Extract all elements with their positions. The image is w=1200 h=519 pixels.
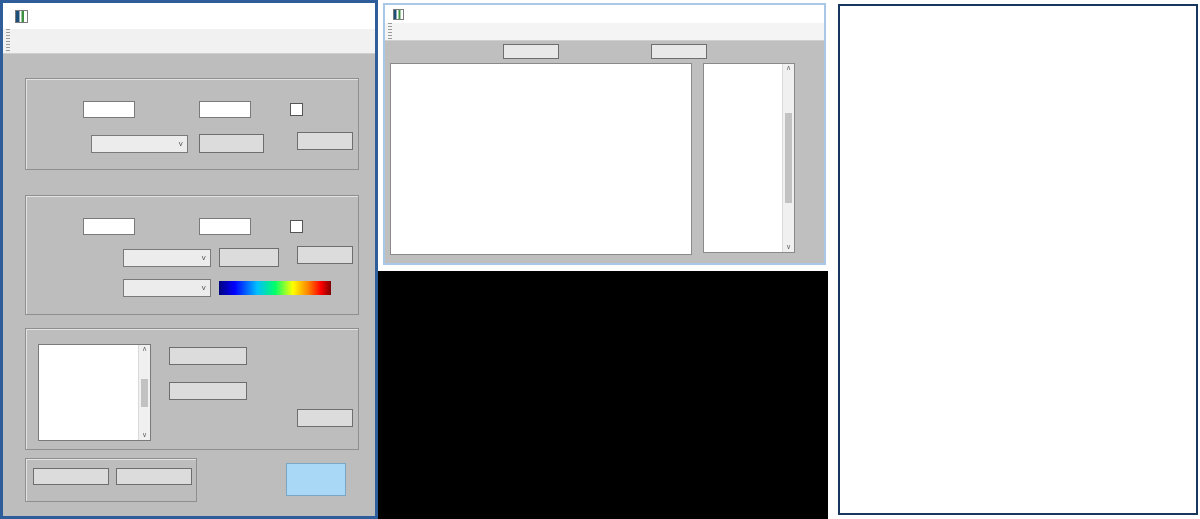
scroll-up-icon[interactable]: ∧ xyxy=(786,64,791,73)
events-scrollbar[interactable]: ∧ ∨ xyxy=(782,64,794,252)
scroll-down-icon[interactable]: ∨ xyxy=(142,431,147,440)
brain-3d-viewport[interactable] xyxy=(378,271,828,519)
clinical-report-button[interactable] xyxy=(116,468,192,485)
title-bar xyxy=(3,3,375,29)
events-items xyxy=(704,65,782,252)
chevron-down-icon: ˅ xyxy=(201,284,206,293)
setting-button[interactable] xyxy=(503,44,559,59)
wavelet-freq-from-input[interactable] xyxy=(83,218,135,235)
user-define-button[interactable] xyxy=(169,382,247,400)
wavelet-freq-to-input[interactable] xyxy=(199,218,251,235)
events-listbox[interactable]: ∧ ∨ xyxy=(703,63,795,253)
run-button[interactable] xyxy=(286,463,346,496)
channel-distribution-charts xyxy=(848,218,1194,348)
ranking-chart-left xyxy=(846,70,1016,206)
bipolar-listbox[interactable] xyxy=(38,344,151,441)
window-select[interactable]: ˅ xyxy=(91,135,188,153)
screenshot-stage: ˅ ˅ ˅ ∧ xyxy=(0,0,1200,519)
hfo-settings-window: ˅ ˅ ˅ ∧ xyxy=(0,0,378,519)
chevron-down-icon: ˅ xyxy=(201,254,206,263)
clinical-report-page xyxy=(838,4,1198,515)
menu-bar xyxy=(385,23,824,41)
event-plots-panel xyxy=(390,63,692,255)
filter-freq-from-input[interactable] xyxy=(83,101,135,118)
title-bar xyxy=(385,5,824,23)
mother-function-select[interactable]: ˅ xyxy=(123,249,211,267)
jet-colorbar-preview xyxy=(219,281,331,295)
analysis-result-button[interactable] xyxy=(33,468,109,485)
scroll-up-icon[interactable]: ∧ xyxy=(142,345,147,354)
colorbar-select[interactable]: ˅ xyxy=(123,279,211,297)
toolbar-grip[interactable] xyxy=(6,29,10,53)
bipolar-scrollbar[interactable]: ∧ ∨ xyxy=(138,345,150,440)
scroll-down-icon[interactable]: ∨ xyxy=(786,243,791,252)
filter-accept-button[interactable] xyxy=(297,132,353,150)
event-plots-svg xyxy=(391,64,691,254)
bipolar-accept-button[interactable] xyxy=(297,409,353,427)
hfo-analysis-window: ∧ ∨ xyxy=(383,3,826,265)
app-icon xyxy=(393,9,404,20)
filter-setting-group xyxy=(25,78,359,170)
app-icon xyxy=(15,10,28,23)
all-checkbox[interactable] xyxy=(290,220,303,233)
filter-more-button[interactable] xyxy=(199,134,264,153)
wavelet-more-button[interactable] xyxy=(219,248,279,267)
wavelet-accept-button[interactable] xyxy=(297,246,353,264)
scrollbar-thumb[interactable] xyxy=(785,113,793,203)
ranking-chart-right xyxy=(1020,64,1196,206)
load-from-file-button[interactable] xyxy=(169,347,247,365)
filter-freq-to-input[interactable] xyxy=(199,101,251,118)
toolbar-grip[interactable] xyxy=(388,23,392,40)
reject-button[interactable] xyxy=(651,44,707,59)
brain-distribution-figures xyxy=(844,362,1196,468)
brain-3d-render xyxy=(378,271,828,519)
scrollbar-thumb[interactable] xyxy=(141,379,149,407)
menu-bar xyxy=(3,29,375,54)
chevron-down-icon: ˅ xyxy=(178,140,183,149)
auto-checkbox[interactable] xyxy=(290,103,303,116)
